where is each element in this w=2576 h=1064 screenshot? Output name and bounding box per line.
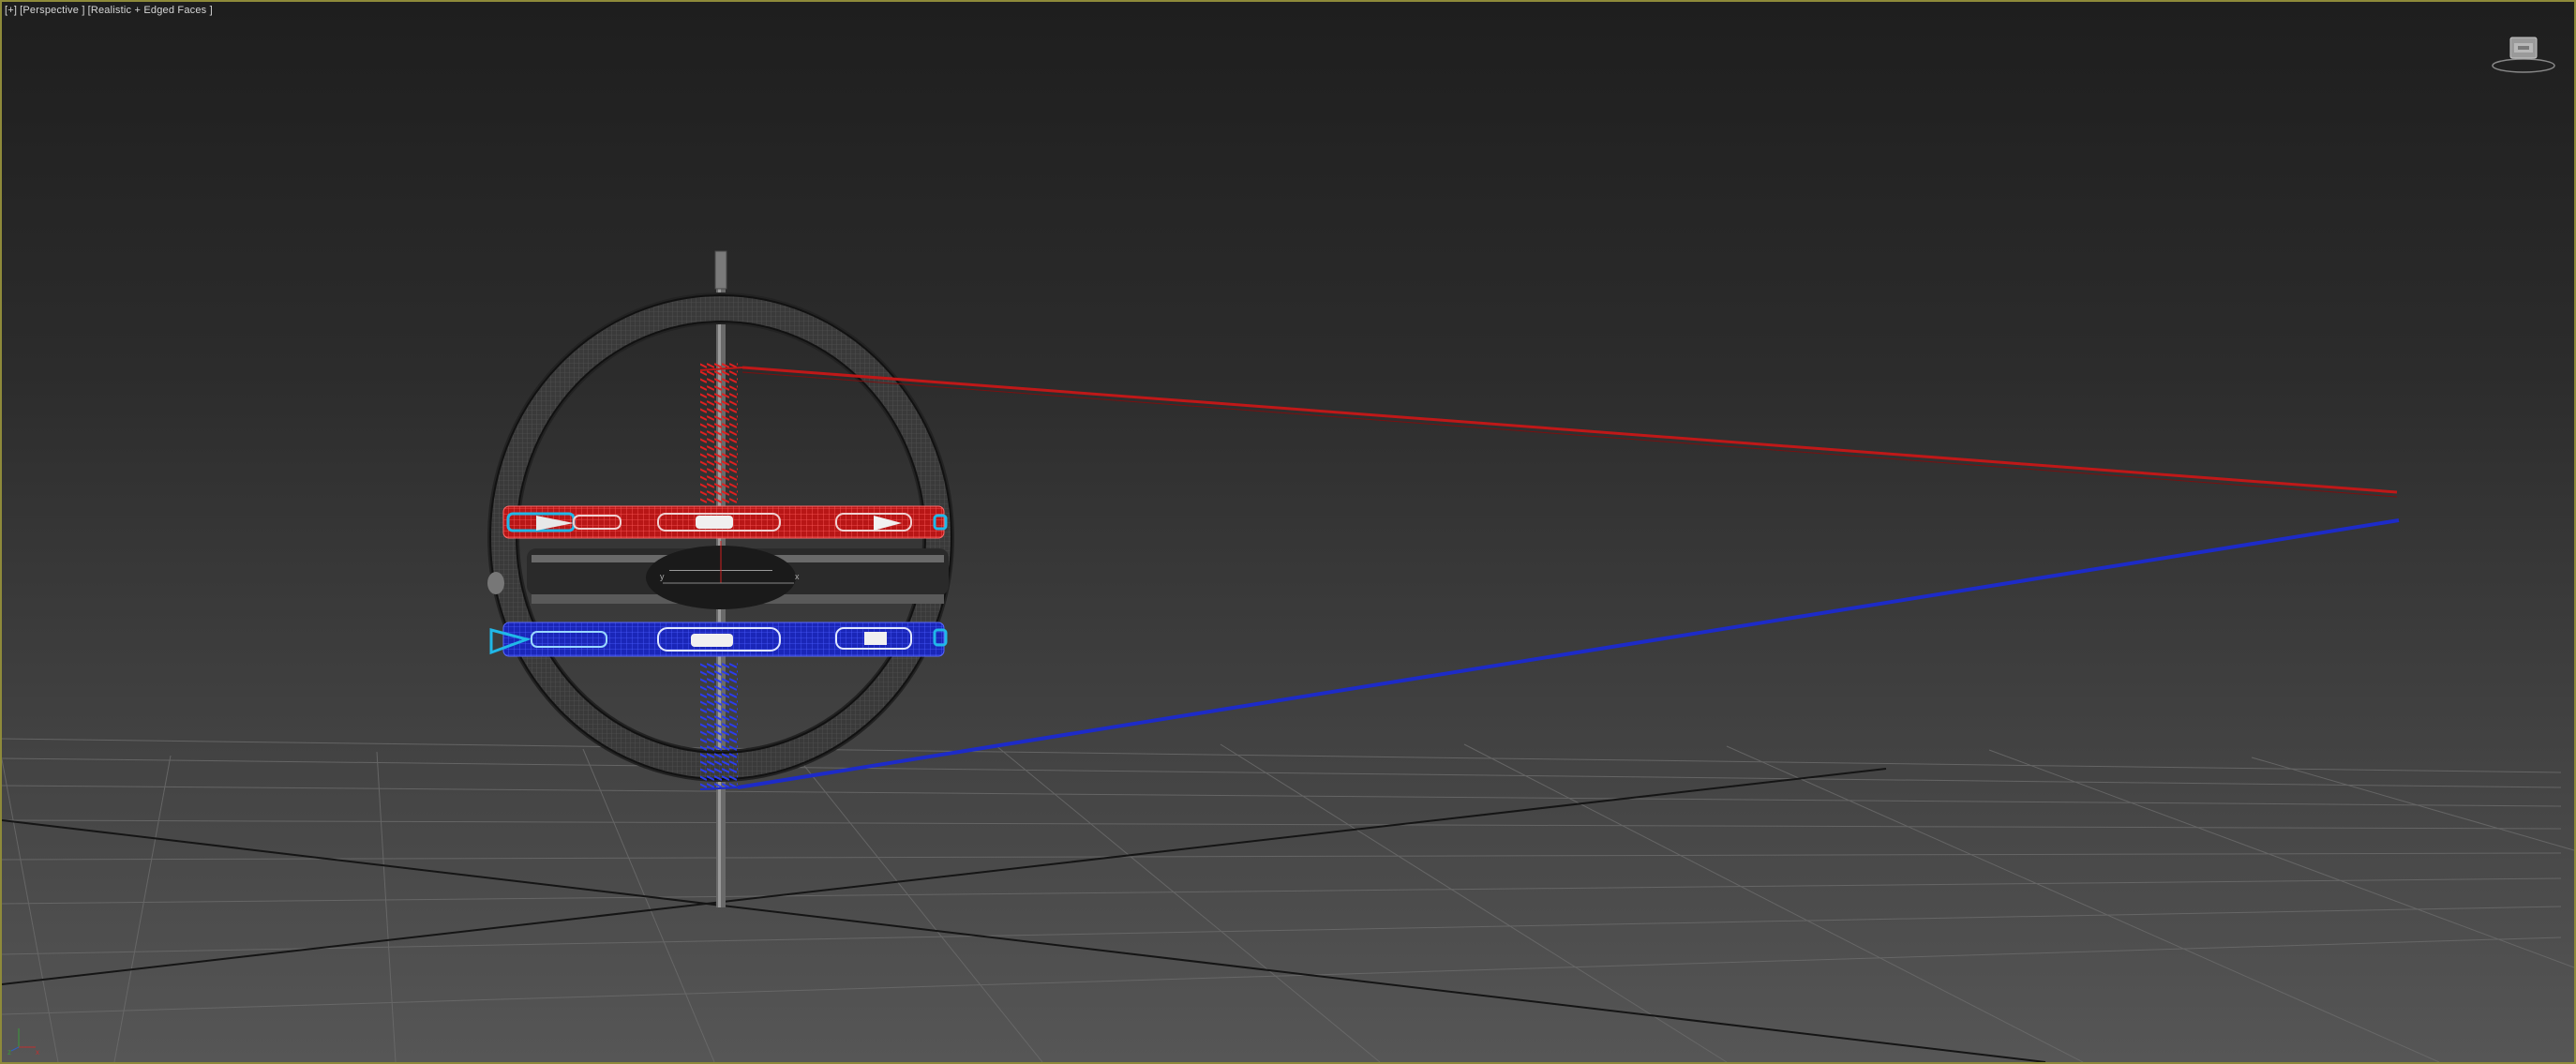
red-disc xyxy=(502,505,948,539)
blue-disc xyxy=(489,622,948,657)
gizmo-x-label: x xyxy=(795,572,800,581)
blue-spring xyxy=(700,663,738,789)
axis-tripod-icon: z x xyxy=(7,1028,39,1057)
axis-z-label: z xyxy=(7,1048,11,1057)
red-spline xyxy=(699,366,2398,498)
blue-spline xyxy=(699,518,2400,790)
world-axes xyxy=(2,768,2046,1062)
ground-grid xyxy=(2,738,2574,1062)
axis-x-label: x xyxy=(36,1048,39,1057)
red-spring xyxy=(700,363,738,503)
center-hub xyxy=(527,546,949,609)
scene-canvas[interactable]: y x xyxy=(2,2,2574,1062)
gizmo-y-label: y xyxy=(660,572,665,581)
perspective-viewport[interactable]: [+] [Perspective ] [Realistic + Edged Face… xyxy=(0,0,2576,1064)
viewcube-icon[interactable] xyxy=(2490,34,2557,75)
